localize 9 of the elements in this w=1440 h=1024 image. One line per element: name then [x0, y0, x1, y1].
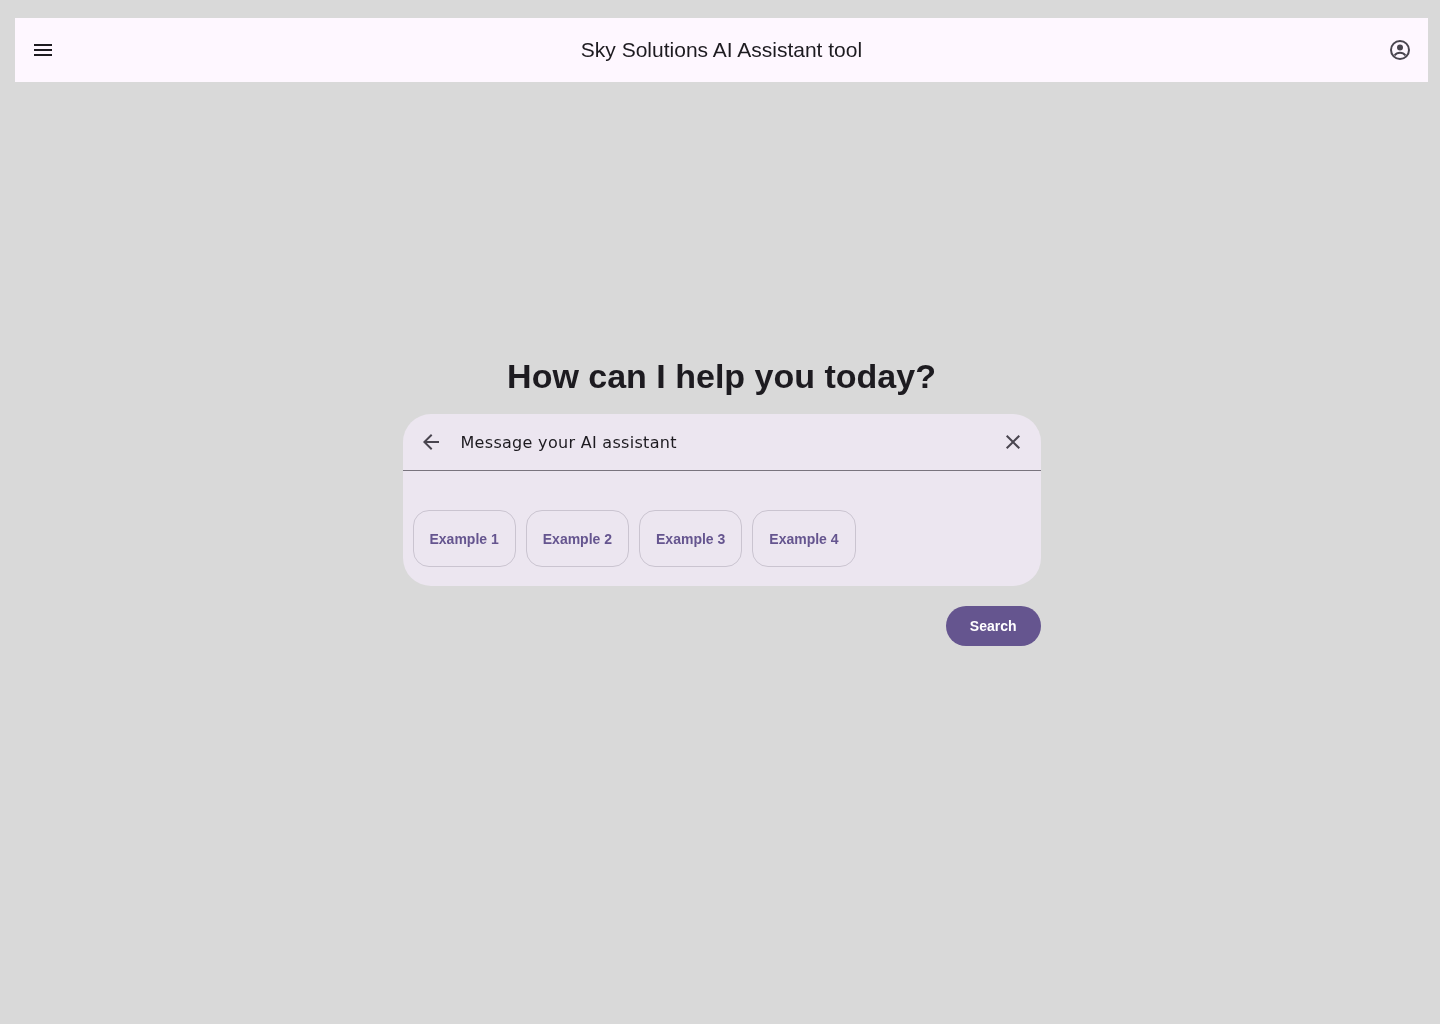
- search-field[interactable]: Message your AI assistant: [458, 431, 985, 453]
- search-button[interactable]: Search: [945, 606, 1041, 646]
- suggestion-chip[interactable]: Example 2: [525, 510, 630, 567]
- app-title: Sky Solutions AI Assistant tool: [580, 38, 863, 62]
- suggestion-chip[interactable]: Example 3: [639, 510, 743, 567]
- page-heading: How can I help you today?: [507, 357, 936, 396]
- suggestion-chip[interactable]: Example 1: [412, 510, 516, 567]
- account-icon[interactable]: [1388, 38, 1412, 62]
- suggestion-chip[interactable]: Example 4: [752, 510, 856, 567]
